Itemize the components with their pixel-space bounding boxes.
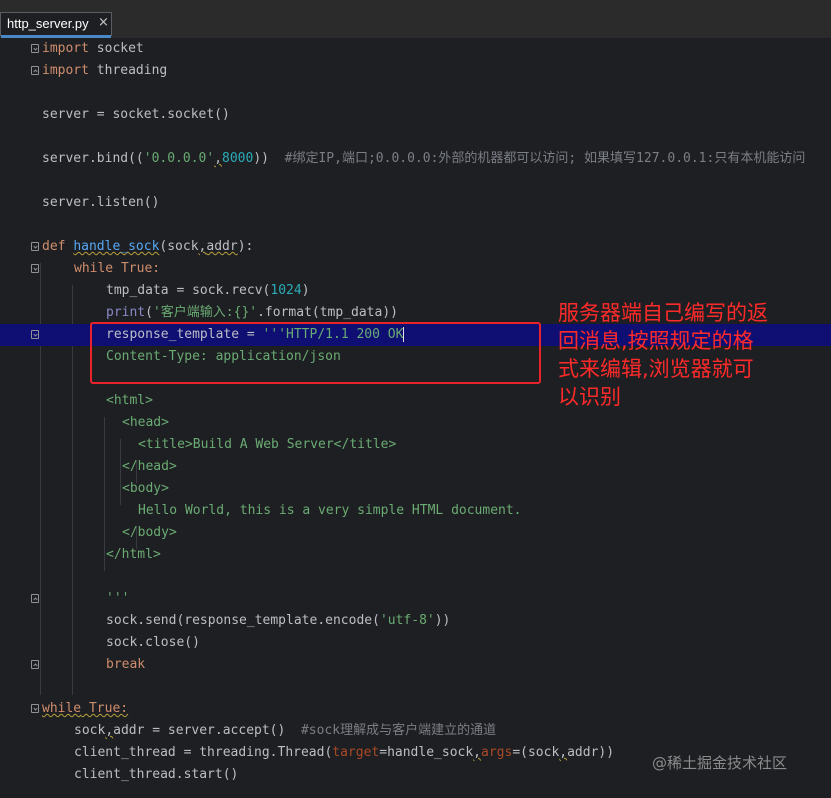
code-text: , [473, 745, 481, 760]
code-text: tmp_data = sock.recv( [106, 283, 271, 298]
function-name: handle_sock [73, 239, 160, 254]
fold-icon[interactable] [31, 330, 39, 339]
code-text: .format(tmp_data)) [257, 305, 398, 320]
watermark: @稀土掘金技术社区 [652, 754, 788, 772]
code-line[interactable]: </body> [0, 522, 831, 544]
code-text: server.listen() [42, 195, 160, 210]
keyword: break [106, 657, 146, 672]
code-text: ): [237, 239, 254, 254]
code-text: ( [145, 305, 153, 320]
code-text: socket [88, 41, 144, 56]
code-text: (sock [159, 239, 199, 254]
code-text: sock.send(response_template.encode( [106, 613, 380, 628]
code-line[interactable]: import socket [0, 38, 831, 60]
number-literal: 8000 [222, 151, 254, 166]
string-literal: </html> [106, 547, 161, 562]
code-text: addr [206, 239, 238, 254]
builtin-name: print [106, 305, 146, 320]
code-line[interactable]: </head> [0, 456, 831, 478]
code-line[interactable]: ''' [0, 588, 831, 610]
code-text: =handle_sock [379, 745, 474, 760]
code-line[interactable]: sock.send(response_template.encode('utf-… [0, 610, 831, 632]
code-text: ) [301, 283, 310, 298]
keyword-argument: args [481, 745, 513, 760]
tab-http-server-py[interactable]: http_server.py × [0, 12, 112, 38]
code-text: =(sock [512, 745, 560, 760]
keyword-argument: target [332, 745, 380, 760]
code-line[interactable]: def handle_sock(sock,addr): [0, 236, 831, 258]
string-literal: <head> [122, 415, 169, 430]
fold-icon[interactable] [31, 594, 39, 603]
code-line[interactable]: Hello World, this is a very simple HTML … [0, 500, 831, 522]
string-literal: <html> [106, 393, 153, 408]
code-line[interactable]: sock,addr = server.accept() #sock理解成与客户端… [0, 720, 831, 742]
highlight-box [90, 322, 541, 384]
code-comment: #sock理解成与客户端建立的通道 [300, 723, 497, 738]
code-text: sock [74, 723, 106, 738]
string-literal: <body> [122, 481, 169, 496]
keyword: while [74, 261, 114, 276]
code-text: server.bind(( [42, 151, 144, 166]
editor-tab-bar: http_server.py × [0, 0, 831, 39]
fold-icon[interactable] [31, 242, 39, 251]
annotation-text: 服务器端自己编写的返 回消息,按照规定的格 式来编辑,浏览器就可 以识别 [558, 301, 768, 409]
keyword: True: [113, 261, 161, 276]
code-line[interactable]: sock.close() [0, 632, 831, 654]
code-line[interactable]: <head> [0, 412, 831, 434]
code-text: )) [253, 151, 285, 166]
code-line[interactable]: <body> [0, 478, 831, 500]
code-text: sock.close() [106, 635, 200, 650]
code-line[interactable]: import threading [0, 60, 831, 82]
close-icon[interactable]: × [98, 15, 109, 30]
code-line[interactable]: server.listen() [0, 192, 831, 214]
keyword: import [42, 41, 89, 56]
fold-icon[interactable] [31, 264, 39, 273]
code-text: server = socket.socket() [42, 107, 230, 122]
string-literal: Hello World, this is a very simple HTML … [138, 503, 522, 518]
keyword: import [42, 63, 89, 78]
code-text: addr = server.accept() [113, 723, 301, 738]
fold-icon[interactable] [31, 66, 39, 75]
code-line[interactable]: </html> [0, 544, 831, 566]
keyword: while [42, 701, 82, 716]
code-line[interactable]: break [0, 654, 831, 676]
string-literal: 'utf-8' [379, 613, 435, 628]
string-literal: <title>Build A Web Server</title> [138, 437, 397, 452]
keyword: True: [81, 701, 129, 716]
keyword: def [42, 239, 66, 254]
code-line[interactable]: while True: [0, 698, 831, 720]
code-text: , [559, 745, 568, 760]
number-literal: 1024 [270, 283, 302, 298]
code-line[interactable]: server.bind(('0.0.0.0',8000)) #绑定IP,端口;0… [0, 148, 831, 170]
string-literal: '客户端输入:{}' [152, 305, 258, 320]
code-text: , [105, 723, 114, 738]
code-comment: #绑定IP,端口;0.0.0.0:外部的机器都可以访问; 如果填写127.0.0… [284, 151, 806, 166]
code-text: threading [88, 63, 168, 78]
code-editor[interactable]: import socket import threading server = … [0, 38, 831, 798]
code-text: client_thread.start() [74, 767, 239, 782]
code-line[interactable]: <title>Build A Web Server</title> [0, 434, 831, 456]
fold-icon[interactable] [31, 44, 39, 53]
string-literal: </body> [122, 525, 177, 540]
code-text: )) [434, 613, 451, 628]
tab-label: http_server.py [7, 16, 89, 31]
string-literal: '0.0.0.0' [143, 151, 215, 166]
code-line[interactable]: server = socket.socket() [0, 104, 831, 126]
code-text: addr)) [567, 745, 615, 760]
string-literal: ''' [106, 591, 130, 606]
fold-icon[interactable] [31, 704, 39, 713]
code-text: client_thread = threading.Thread( [74, 745, 333, 760]
string-literal: </head> [122, 459, 177, 474]
fold-icon[interactable] [31, 660, 39, 669]
code-line[interactable]: while True: [0, 258, 831, 280]
code-text: , [214, 151, 223, 166]
